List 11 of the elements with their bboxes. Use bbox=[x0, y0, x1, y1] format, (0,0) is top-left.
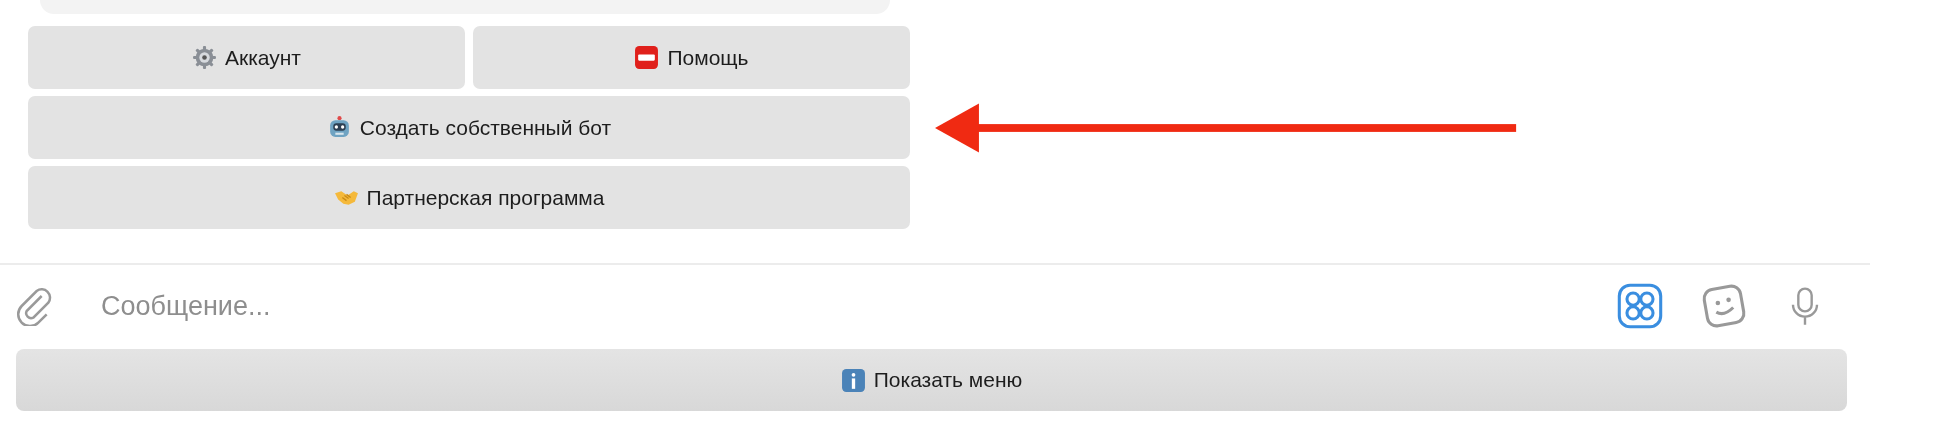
message-input[interactable]: Сообщение... bbox=[99, 289, 1579, 323]
keyboard-button[interactable]: Партнерская программа bbox=[28, 166, 910, 229]
keyboard-button[interactable]: Помощь bbox=[473, 26, 910, 89]
apps-icon[interactable] bbox=[1617, 283, 1663, 329]
gear-icon bbox=[192, 45, 217, 70]
sos-icon bbox=[634, 45, 660, 70]
show-menu-button[interactable]: Показать меню bbox=[16, 349, 1847, 411]
keyboard-button[interactable]: Аккаунт bbox=[28, 26, 465, 89]
keyboard-button[interactable]: Создать собственный бот bbox=[28, 96, 910, 159]
sticker-icon[interactable] bbox=[1701, 283, 1747, 329]
info-icon bbox=[840, 367, 866, 393]
